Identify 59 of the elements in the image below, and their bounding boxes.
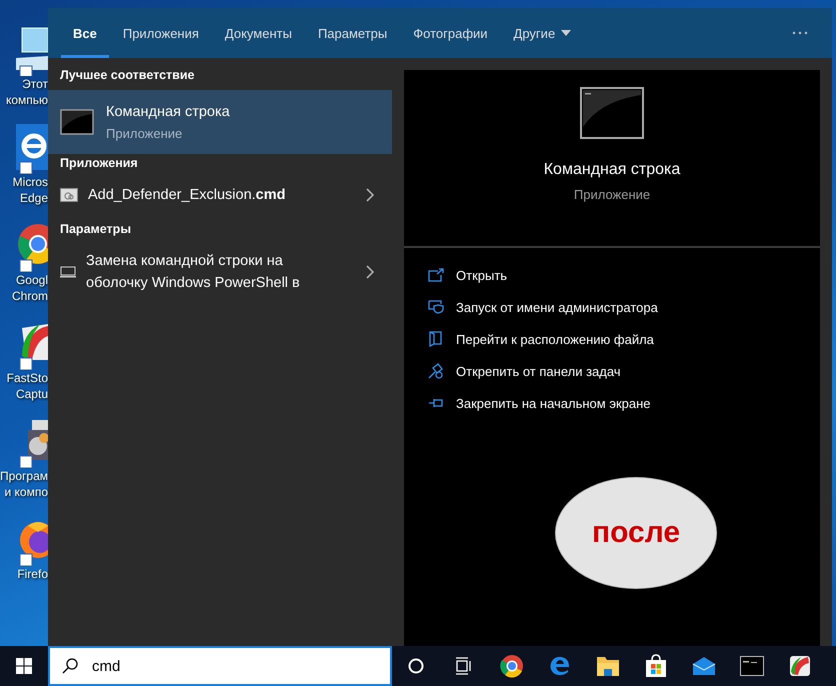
app-title: Командная строка	[544, 161, 680, 179]
app-type: Приложение	[574, 187, 650, 202]
search-input[interactable]: cmd	[92, 658, 292, 674]
chevron-icon[interactable]	[366, 188, 374, 202]
search-icon	[62, 658, 78, 674]
console-icon	[580, 87, 644, 139]
result-item[interactable]: Замена командной строки на оболочку Windows PowerShell в	[48, 248, 392, 296]
icon-label: и компо	[4, 484, 48, 500]
icon-label: Edge	[20, 190, 48, 206]
icon-label: Chrom	[12, 288, 48, 304]
folder-icon[interactable]	[596, 655, 620, 677]
more-icon[interactable]	[792, 31, 808, 35]
section-heading: Приложения	[59, 155, 139, 172]
icon-label: Програм	[0, 468, 48, 484]
result-title: Add_Defender_Exclusion.cmd	[88, 186, 286, 205]
action-button[interactable]: Запуск от имени администратора	[428, 298, 796, 316]
circle-icon[interactable]	[408, 658, 424, 674]
edge-icon[interactable]	[549, 655, 571, 677]
shopping-bag-icon[interactable]	[645, 654, 667, 678]
windows-logo-icon[interactable]	[16, 658, 32, 674]
action-button[interactable]: Открепить от панели задач	[428, 362, 796, 380]
chevron-icon[interactable]	[366, 265, 374, 279]
action-button[interactable]: Закрепить на начальном экране	[428, 394, 796, 412]
tab[interactable]: Фотографии	[401, 8, 500, 58]
script-icon	[60, 188, 78, 202]
result-item[interactable]: Командная строка Приложение	[48, 90, 392, 154]
result-item[interactable]: Add_Defender_Exclusion.cmd	[48, 182, 392, 208]
action-button[interactable]: Перейти к расположению файла	[428, 330, 796, 348]
open-window-icon	[428, 268, 444, 282]
icon-label: Firefo	[17, 566, 48, 582]
laptop-icon	[60, 266, 76, 278]
icon-label: FastSto	[6, 370, 48, 386]
icon-label: Googl	[16, 272, 48, 288]
icon-label: Captu	[16, 386, 48, 402]
result-title: Замена командной строки на оболочку Windows PowerShell в	[86, 252, 301, 293]
folder-icon	[429, 331, 443, 347]
console-icon[interactable]	[740, 656, 764, 676]
console-icon	[60, 109, 94, 135]
section-heading: Параметры	[59, 221, 132, 238]
result-type: Приложение	[106, 126, 184, 140]
unpin-icon	[428, 363, 444, 379]
tab[interactable]: Параметры	[306, 8, 400, 58]
icon-label: Micros	[12, 174, 48, 190]
capture-icon[interactable]	[788, 654, 812, 678]
dropdown-tab[interactable]: Другие	[502, 8, 584, 58]
mail-icon[interactable]	[692, 656, 716, 676]
icon-label: компью	[6, 92, 48, 108]
tab[interactable]: Приложения	[110, 8, 211, 58]
tab[interactable]: Документы	[212, 8, 304, 58]
action-button[interactable]: Открыть	[428, 266, 796, 284]
section-heading: Лучшее соответствие	[59, 67, 196, 84]
browser-icon[interactable]	[500, 654, 524, 678]
result-title: Командная строка	[106, 104, 230, 120]
task-view-icon[interactable]	[455, 657, 473, 675]
caret-icon	[561, 30, 572, 36]
shield-icon	[428, 300, 444, 314]
icon-label: Этот	[22, 76, 48, 92]
annotation-bubble: после	[555, 477, 717, 589]
pin-icon	[428, 397, 444, 409]
